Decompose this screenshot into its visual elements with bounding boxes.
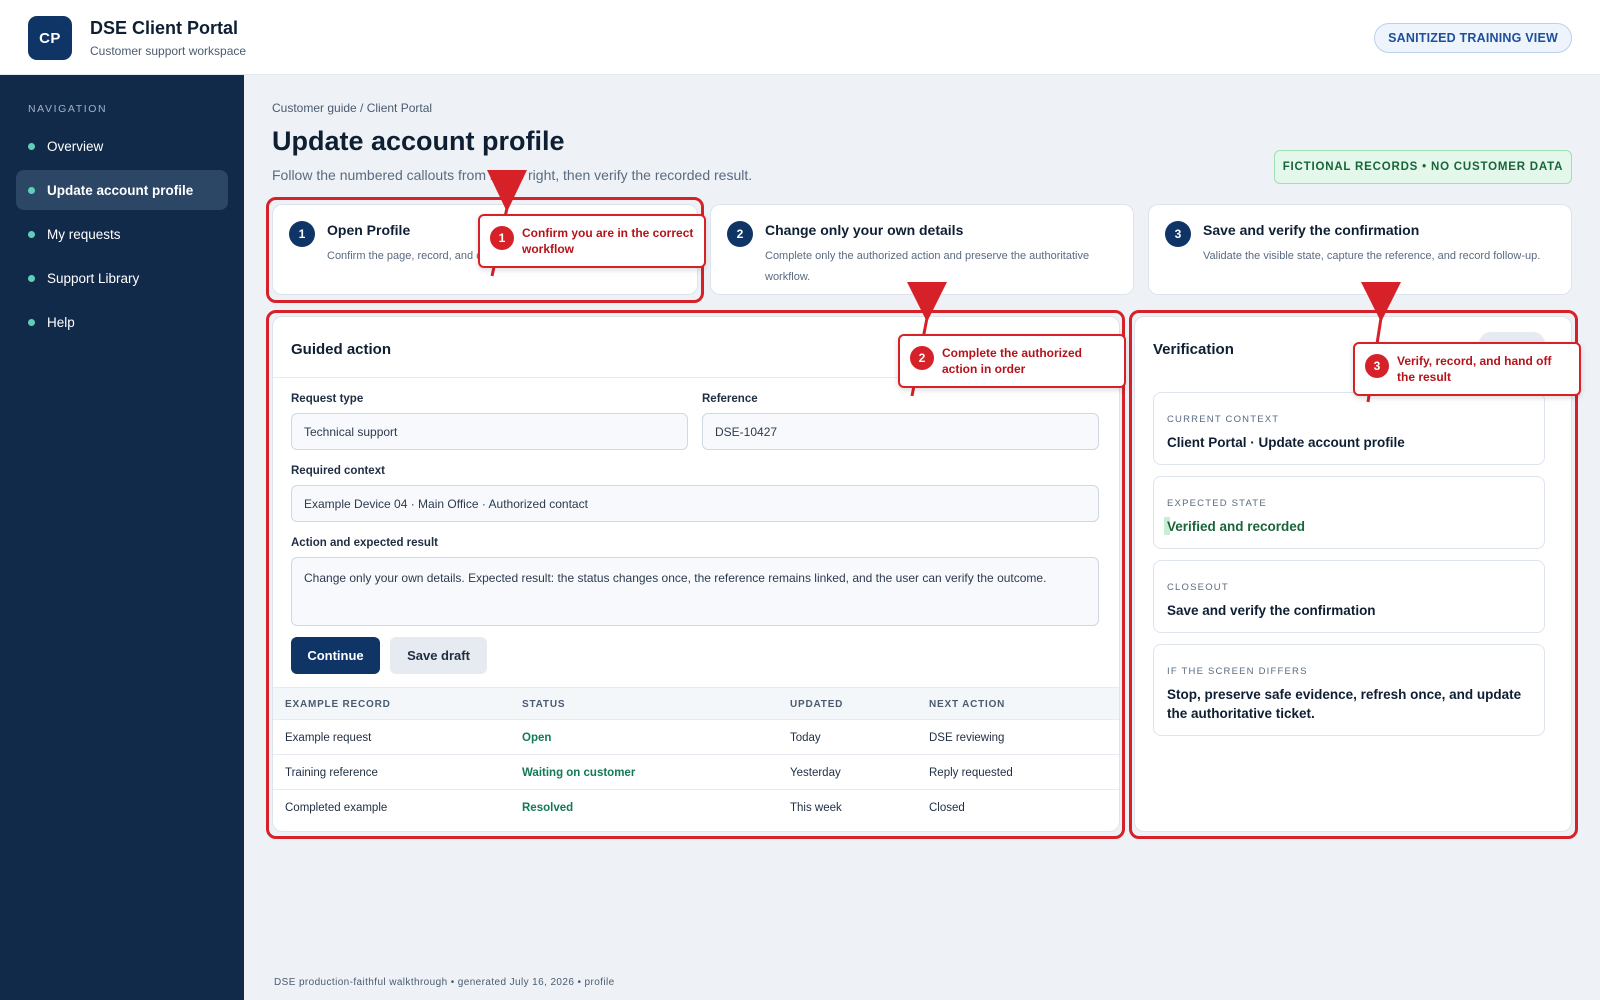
sidebar-item-support-library[interactable]: Support Library [16, 258, 228, 298]
verification-value: Save and verify the confirmation [1167, 603, 1376, 618]
sidebar-item-label: My requests [47, 226, 121, 242]
callout-number: 3 [1365, 354, 1389, 378]
nav-dot-icon [28, 186, 35, 194]
step-description: Complete only the authorized action and … [765, 250, 1090, 283]
sidebar-item-label: Help [47, 314, 75, 330]
nav-dot-icon [28, 142, 35, 150]
next-action-cell: Reply requested [929, 767, 1013, 779]
app-logo: CP [28, 16, 72, 60]
sidebar-item-help[interactable]: Help [16, 302, 228, 342]
column-header: STATUS [522, 699, 566, 710]
reference-label: Reference [702, 393, 758, 405]
verification-label: IF THE SCREEN DIFFERS [1167, 666, 1308, 677]
step-card-3: 3 Save and verify the confirmation Valid… [1148, 204, 1572, 295]
updated-cell: Yesterday [790, 767, 841, 779]
verification-label: CLOSEOUT [1167, 582, 1229, 593]
continue-button[interactable]: Continue [291, 637, 380, 674]
nav-dot-icon [28, 318, 35, 326]
callout-1: 1 Confirm you are in the correct workflo… [478, 214, 706, 268]
sidebar-item-label: Support Library [47, 270, 140, 286]
verification-value: Client Portal · Update account profile [1167, 435, 1405, 450]
record-name: Completed example [285, 802, 388, 814]
callout-text: Verify, record, and hand off the result [1397, 354, 1552, 384]
step-number: 2 [727, 221, 753, 247]
step-card-2: 2 Change only your own details Complete … [710, 204, 1134, 295]
reference-field[interactable]: DSE-10427 [702, 413, 1099, 450]
status-badge: Resolved [522, 802, 574, 814]
app-title: DSE Client Portal [90, 18, 239, 38]
records-table: EXAMPLE RECORD STATUS UPDATED NEXT ACTIO… [273, 687, 1119, 825]
guided-action-panel: Guided action Request type Technical sup… [272, 316, 1120, 832]
panel-title: Guided action [291, 341, 392, 358]
action-result-textarea[interactable]: Change only your own details. Expected r… [291, 557, 1099, 626]
callout-text: Confirm you are in the correct workflow [522, 226, 694, 256]
step-number: 1 [289, 221, 315, 247]
required-context-label: Required context [291, 465, 385, 477]
next-action-cell: DSE reviewing [929, 732, 1005, 744]
updated-cell: Today [790, 732, 821, 744]
panel-title: Verification [1153, 341, 1234, 358]
sidebar-item-label: Update account profile [47, 182, 194, 198]
nav-dot-icon [28, 274, 35, 282]
column-header: UPDATED [790, 699, 844, 710]
callout-2: 2 Complete the authorized action in orde… [898, 334, 1126, 388]
updated-cell: This week [790, 802, 842, 814]
sidebar-item-update-account-profile[interactable]: Update account profile [16, 170, 228, 210]
sidebar: NAVIGATION Overview Update account profi… [0, 75, 244, 1000]
page-title: Update account profile [272, 126, 565, 156]
callout-number: 2 [910, 346, 934, 370]
verification-item-if-screen-differs: IF THE SCREEN DIFFERS Stop, preserve saf… [1153, 644, 1545, 736]
nav-heading: NAVIGATION [28, 103, 108, 115]
sidebar-item-my-requests[interactable]: My requests [16, 214, 228, 254]
verification-item-closeout: CLOSEOUT Save and verify the confirmatio… [1153, 560, 1545, 633]
record-name: Training reference [285, 767, 378, 779]
next-action-cell: Closed [929, 802, 965, 814]
table-header-row: EXAMPLE RECORD STATUS UPDATED NEXT ACTIO… [273, 687, 1119, 720]
action-result-label: Action and expected result [291, 537, 438, 549]
status-badge: Waiting on customer [522, 767, 636, 779]
column-header: EXAMPLE RECORD [285, 699, 391, 710]
verification-label: CURRENT CONTEXT [1167, 414, 1280, 425]
callout-number: 1 [490, 226, 514, 250]
record-name: Example request [285, 732, 372, 744]
verification-item-current-context: CURRENT CONTEXT Client Portal · Update a… [1153, 392, 1545, 465]
callout-text: Complete the authorized action in order [942, 346, 1083, 376]
sidebar-item-overview[interactable]: Overview [16, 126, 228, 166]
step-title: Change only your own details [765, 222, 964, 238]
verification-value: Stop, preserve safe evidence, refresh on… [1167, 687, 1522, 721]
table-row[interactable]: Training reference Waiting on customer Y… [273, 755, 1119, 790]
status-badge: Open [522, 732, 552, 744]
request-type-field[interactable]: Technical support [291, 413, 688, 450]
request-type-label: Request type [291, 393, 364, 405]
top-header: CP DSE Client Portal Customer support wo… [0, 0, 1600, 75]
step-description: Validate the visible state, capture the … [1203, 250, 1541, 262]
app-subtitle: Customer support workspace [90, 44, 247, 58]
column-header: NEXT ACTION [929, 699, 1006, 710]
verification-item-expected-state: EXPECTED STATE Verified and recorded [1153, 476, 1545, 549]
sidebar-item-label: Overview [47, 138, 104, 154]
table-row[interactable]: Example request Open Today DSE reviewing [273, 720, 1119, 755]
verification-label: EXPECTED STATE [1167, 498, 1267, 509]
save-draft-button[interactable]: Save draft [390, 637, 487, 674]
fictional-records-badge: FICTIONAL RECORDS • NO CUSTOMER DATA [1274, 150, 1572, 184]
training-view-badge: SANITIZED TRAINING VIEW [1374, 23, 1572, 53]
callout-3: 3 Verify, record, and hand off the resul… [1353, 342, 1581, 396]
step-title: Save and verify the confirmation [1203, 222, 1420, 238]
verification-value: Verified and recorded [1167, 519, 1306, 534]
breadcrumb: Customer guide / Client Portal [272, 101, 433, 115]
page-description: Follow the numbered callouts from left t… [272, 167, 753, 183]
required-context-field[interactable]: Example Device 04 · Main Office · Author… [291, 485, 1099, 522]
step-title: Open Profile [327, 222, 411, 238]
footer-note: DSE production-faithful walkthrough • ge… [274, 977, 615, 988]
step-number: 3 [1165, 221, 1191, 247]
table-row[interactable]: Completed example Resolved This week Clo… [273, 790, 1119, 825]
nav-dot-icon [28, 230, 35, 238]
